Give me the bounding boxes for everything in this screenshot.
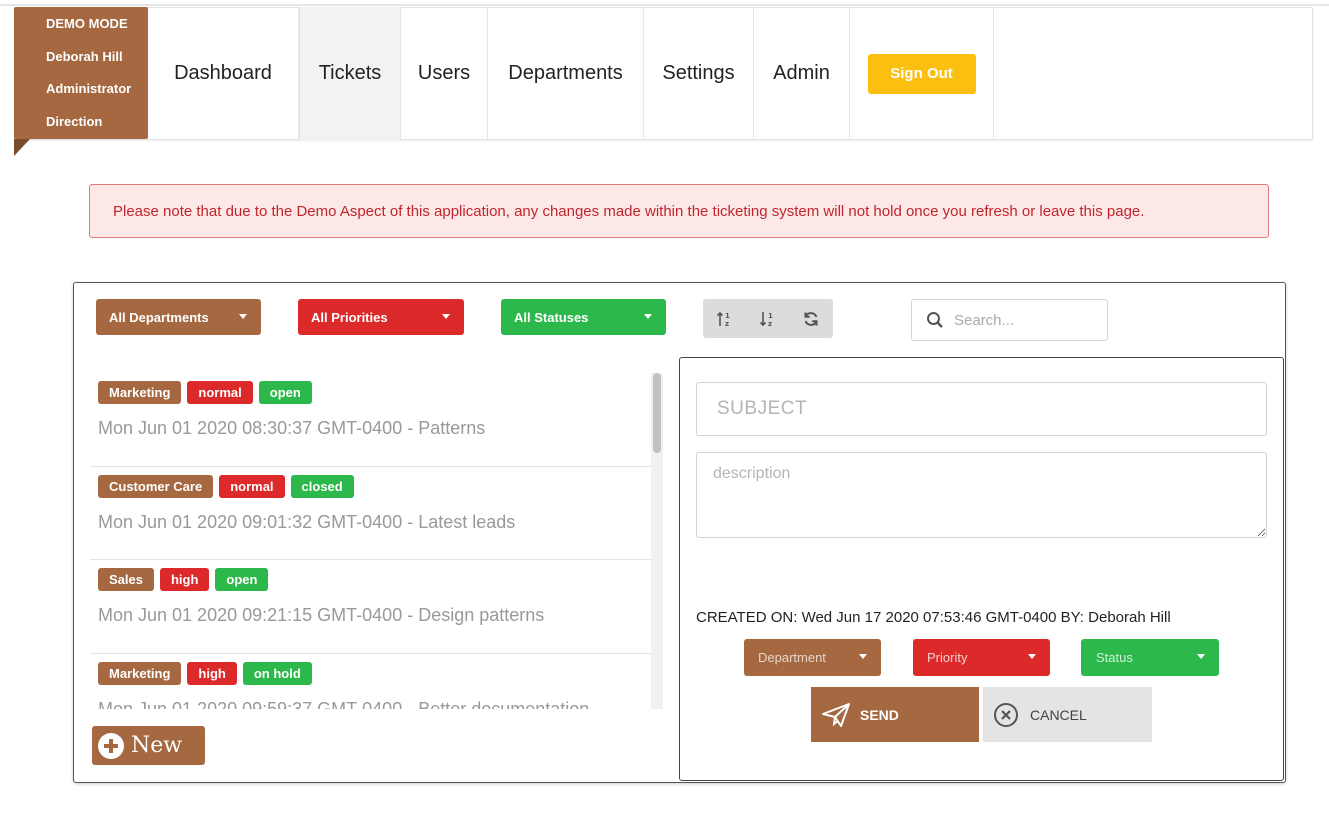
department-tag: Sales	[98, 568, 154, 591]
paper-plane-icon	[822, 702, 850, 727]
ticket-title: Mon Jun 01 2020 09:21:15 GMT-0400 - Desi…	[98, 605, 545, 625]
svg-text:z: z	[768, 320, 772, 328]
priority-select[interactable]: Priority	[913, 639, 1050, 676]
ticket-list: Marketing normal open Mon Jun 01 2020 08…	[90, 373, 663, 709]
department-select[interactable]: Department	[744, 639, 881, 676]
priority-select-label: Priority	[927, 650, 968, 665]
cancel-label: CANCEL	[1030, 706, 1087, 723]
department-filter[interactable]: All Departments	[96, 299, 261, 335]
department-select-label: Department	[758, 650, 826, 665]
sort-descending-button[interactable]: 1 z	[746, 299, 789, 338]
ticket-item[interactable]: Sales high open Mon Jun 01 2020 09:21:15…	[90, 560, 663, 654]
main-nav: Dashboard Tickets Users Departments Sett…	[148, 7, 994, 140]
ribbon-fold	[14, 139, 30, 156]
ticket-item[interactable]: Marketing normal open Mon Jun 01 2020 08…	[90, 373, 663, 467]
priority-filter[interactable]: All Priorities	[298, 299, 464, 335]
user-role: Administrator	[46, 81, 132, 96]
status-tag: closed	[290, 474, 354, 498]
sort-ascending-button[interactable]: 1 z	[703, 299, 746, 338]
user-name: Deborah Hill	[46, 48, 123, 64]
sort-amount-down-icon: 1 z	[759, 311, 773, 328]
svg-text:1: 1	[725, 312, 730, 320]
ticket-item[interactable]: Marketing high on hold Mon Jun 01 2020 0…	[90, 654, 663, 710]
status-tag: on hold	[242, 661, 312, 685]
refresh-icon	[804, 311, 817, 326]
status-select-label: Status	[1096, 650, 1133, 665]
caret-down-icon	[442, 314, 450, 319]
status-filter[interactable]: All Statuses	[501, 299, 666, 335]
send-label: SEND	[860, 706, 899, 723]
created-info: CREATED ON: Wed Jun 17 2020 07:53:46 GMT…	[696, 609, 1171, 626]
top-border	[0, 4, 1329, 6]
department-tag: Customer Care	[98, 474, 214, 498]
ticket-title: Mon Jun 01 2020 09:01:32 GMT-0400 - Late…	[98, 511, 516, 532]
priority-tag: normal	[219, 474, 285, 498]
search-box	[911, 299, 1108, 341]
nav-item-users[interactable]: Users	[401, 7, 488, 140]
priority-tag: high	[159, 568, 210, 591]
svg-text:1: 1	[768, 312, 773, 320]
scrollbar-thumb[interactable]	[653, 373, 661, 453]
times-circle-icon	[994, 702, 1018, 727]
status-tag: open	[258, 381, 312, 404]
user-card: DEMO MODE Deborah Hill Administrator Dir…	[14, 7, 148, 139]
ticket-title: Mon Jun 01 2020 09:59:37 GMT-0400 - Bett…	[98, 698, 590, 710]
sort-amount-up-icon: 1 z	[716, 311, 730, 328]
demo-mode-label: DEMO MODE	[46, 16, 128, 31]
caret-down-icon	[859, 654, 867, 659]
sign-out-button[interactable]: Sign Out	[867, 53, 976, 94]
department-tag: Marketing	[98, 381, 182, 404]
new-ticket-button[interactable]: New	[92, 726, 205, 765]
nav-item-dashboard[interactable]: Dashboard	[148, 7, 299, 140]
nav-item-tickets[interactable]: Tickets	[299, 7, 401, 140]
plus-circle-icon	[98, 732, 124, 759]
refresh-button[interactable]	[789, 299, 832, 338]
nav-item-signout: Sign Out	[850, 7, 994, 140]
caret-down-icon	[1197, 654, 1205, 659]
caret-down-icon	[644, 314, 652, 319]
status-select[interactable]: Status	[1081, 639, 1219, 676]
ticket-item[interactable]: Customer Care normal closed Mon Jun 01 2…	[90, 467, 663, 560]
status-filter-label: All Statuses	[514, 309, 589, 325]
status-tag: open	[215, 568, 269, 591]
description-textarea[interactable]	[696, 452, 1267, 538]
department-filter-label: All Departments	[109, 309, 209, 325]
new-ticket-label: New	[131, 733, 183, 758]
subject-input[interactable]	[696, 382, 1267, 436]
nav-item-admin[interactable]: Admin	[754, 7, 850, 140]
department-tag: Marketing	[98, 661, 182, 685]
priority-tag: high	[187, 661, 237, 685]
priority-filter-label: All Priorities	[311, 309, 388, 325]
caret-down-icon	[239, 314, 247, 319]
sort-button-group: 1 z 1 z	[703, 299, 833, 338]
send-button[interactable]: SEND	[811, 687, 979, 742]
nav-item-settings[interactable]: Settings	[644, 7, 754, 140]
nav-item-departments[interactable]: Departments	[488, 7, 644, 140]
ticket-title: Mon Jun 01 2020 08:30:37 GMT-0400 - Patt…	[98, 418, 486, 438]
svg-text:z: z	[725, 320, 729, 328]
caret-down-icon	[1028, 654, 1036, 659]
demo-alert: Please note that due to the Demo Aspect …	[89, 184, 1269, 238]
search-input[interactable]	[954, 311, 1104, 329]
ticket-list-scrollbar[interactable]	[651, 373, 663, 709]
cancel-button[interactable]: CANCEL	[983, 687, 1152, 742]
priority-tag: normal	[187, 381, 253, 404]
user-department: Direction	[46, 113, 103, 129]
search-icon	[927, 312, 943, 328]
